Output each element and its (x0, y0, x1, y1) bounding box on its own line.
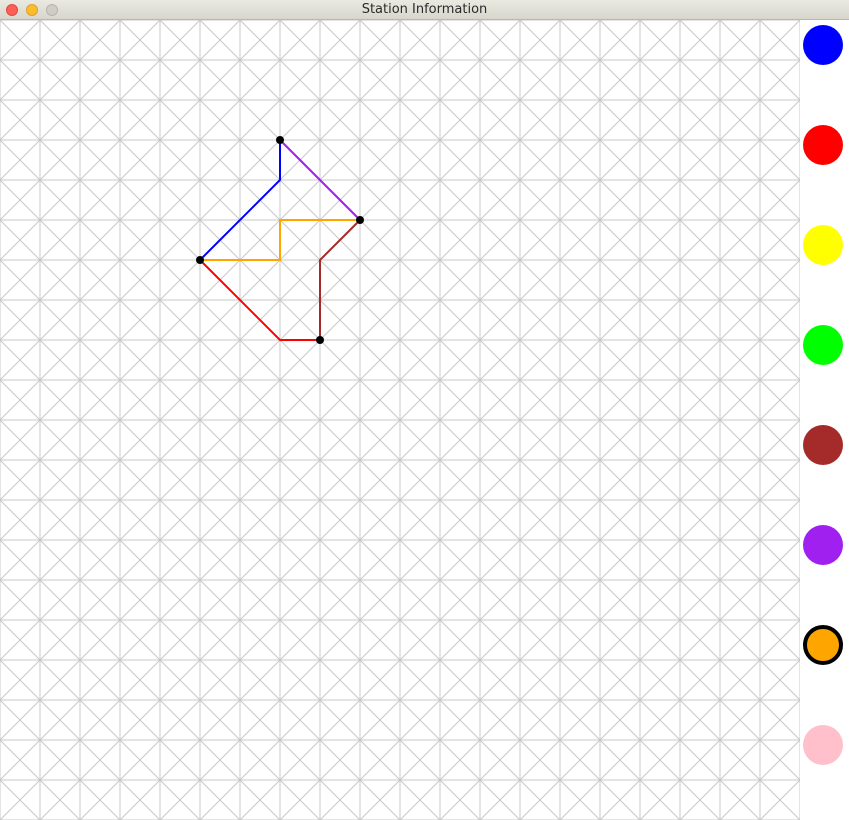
station-node[interactable] (196, 256, 204, 264)
color-swatch-orange[interactable] (803, 625, 843, 665)
color-swatch-yellow[interactable] (803, 225, 843, 265)
grid (0, 20, 800, 820)
window-title: Station Information (361, 2, 488, 17)
station-node[interactable] (276, 136, 284, 144)
metro-line-orange[interactable] (200, 219, 360, 261)
station-node[interactable] (316, 336, 324, 344)
color-swatch-brown[interactable] (803, 425, 843, 465)
color-swatch-red[interactable] (803, 125, 843, 165)
color-swatch-green[interactable] (803, 325, 843, 365)
color-swatch-blue[interactable] (803, 25, 843, 65)
map-canvas[interactable] (0, 20, 800, 820)
color-swatch-purple[interactable] (803, 525, 843, 565)
color-palette (800, 20, 849, 820)
station-node[interactable] (356, 216, 364, 224)
color-swatch-pink[interactable] (803, 725, 843, 765)
window-titlebar: Station Information (0, 0, 849, 20)
